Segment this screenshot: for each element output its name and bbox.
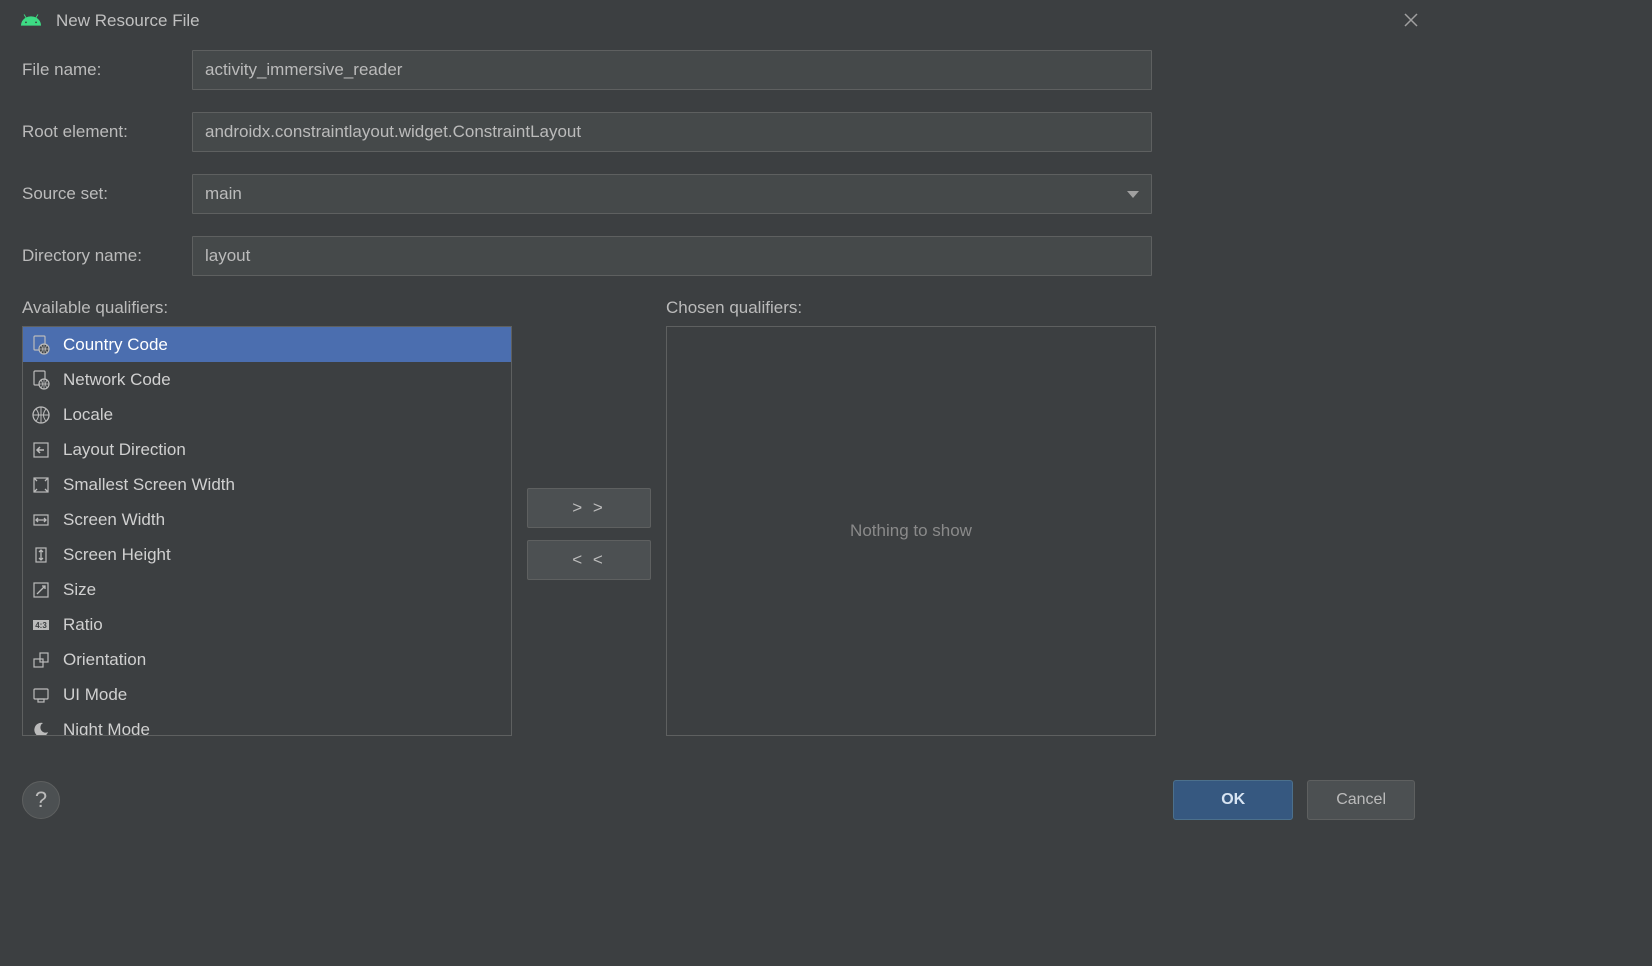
chevron-down-icon — [1127, 184, 1139, 204]
available-qualifiers-list: Country Code Network Code Locale Layout Dir… — [22, 326, 512, 736]
doc-globe-icon — [29, 368, 53, 392]
new-resource-file-dialog: New Resource File File name: Root elemen… — [0, 0, 1437, 840]
list-item-label: Layout Direction — [63, 440, 186, 460]
doc-globe-icon — [29, 333, 53, 357]
list-item-label: Locale — [63, 405, 113, 425]
file-name-row: File name: — [22, 50, 1415, 90]
svg-text:4:3: 4:3 — [35, 621, 47, 630]
list-item-label: Smallest Screen Width — [63, 475, 235, 495]
list-item[interactable]: Orientation — [23, 642, 511, 677]
expand-diag-icon — [29, 473, 53, 497]
globe-icon — [29, 403, 53, 427]
list-item[interactable]: Screen Width — [23, 502, 511, 537]
close-icon[interactable] — [1403, 12, 1421, 30]
list-item-label: Screen Height — [63, 545, 171, 565]
list-item-label: Orientation — [63, 650, 146, 670]
expand-horiz-icon — [29, 508, 53, 532]
list-item-label: Screen Width — [63, 510, 165, 530]
remove-qualifier-button[interactable]: < < — [527, 540, 651, 580]
ok-button[interactable]: OK — [1173, 780, 1293, 820]
cancel-button[interactable]: Cancel — [1307, 780, 1415, 820]
list-item-label: Ratio — [63, 615, 103, 635]
list-item[interactable]: Network Code — [23, 362, 511, 397]
titlebar: New Resource File — [0, 0, 1437, 44]
dialog-footer: ? OK Cancel — [0, 766, 1437, 840]
qualifier-headers: Available qualifiers: Chosen qualifiers: — [22, 298, 1415, 326]
qualifier-panels: Country Code Network Code Locale Layout Dir… — [22, 326, 1415, 736]
chosen-qualifiers-panel: Nothing to show — [666, 326, 1156, 736]
add-qualifier-button[interactable]: > > — [527, 488, 651, 528]
list-item-label: Night Mode — [63, 720, 150, 736]
list-item[interactable]: Locale — [23, 397, 511, 432]
source-set-row: Source set: main — [22, 174, 1415, 214]
source-set-select[interactable]: main — [192, 174, 1152, 214]
dialog-title: New Resource File — [56, 11, 200, 31]
file-name-input[interactable] — [192, 50, 1152, 90]
source-set-value: main — [205, 184, 242, 204]
list-item[interactable]: UI Mode — [23, 677, 511, 712]
list-item-label: Size — [63, 580, 96, 600]
orientation-icon — [29, 648, 53, 672]
android-icon — [20, 10, 42, 32]
list-item-label: Network Code — [63, 370, 171, 390]
list-item[interactable]: Screen Height — [23, 537, 511, 572]
help-button[interactable]: ? — [22, 781, 60, 819]
qualifiers-area: Available qualifiers: Chosen qualifiers:… — [22, 298, 1415, 766]
list-item[interactable]: Country Code — [23, 327, 511, 362]
list-item[interactable]: Size — [23, 572, 511, 607]
root-element-label: Root element: — [22, 122, 192, 142]
list-item-label: Country Code — [63, 335, 168, 355]
list-item-label: UI Mode — [63, 685, 127, 705]
dialog-content: File name: Root element: Source set: mai… — [0, 44, 1437, 766]
directory-name-label: Directory name: — [22, 246, 192, 266]
directory-name-row: Directory name: — [22, 236, 1415, 276]
list-item[interactable]: 4:3 Ratio — [23, 607, 511, 642]
expand-vert-icon — [29, 543, 53, 567]
source-set-label: Source set: — [22, 184, 192, 204]
list-item[interactable]: Layout Direction — [23, 432, 511, 467]
transfer-buttons: > > < < — [512, 326, 666, 736]
diag-arrow-icon — [29, 578, 53, 602]
chosen-qualifiers-label: Chosen qualifiers: — [666, 298, 802, 318]
available-qualifiers-label: Available qualifiers: — [22, 298, 512, 318]
night-icon — [29, 718, 53, 736]
nothing-to-show-label: Nothing to show — [850, 521, 972, 541]
arrow-left-icon — [29, 438, 53, 462]
list-item[interactable]: Smallest Screen Width — [23, 467, 511, 502]
root-element-input[interactable] — [192, 112, 1152, 152]
list-item[interactable]: Night Mode — [23, 712, 511, 735]
directory-name-input[interactable] — [192, 236, 1152, 276]
file-name-label: File name: — [22, 60, 192, 80]
root-element-row: Root element: — [22, 112, 1415, 152]
available-qualifiers-scroll[interactable]: Country Code Network Code Locale Layout Dir… — [23, 327, 511, 735]
ui-mode-icon — [29, 683, 53, 707]
ratio-icon: 4:3 — [29, 613, 53, 637]
